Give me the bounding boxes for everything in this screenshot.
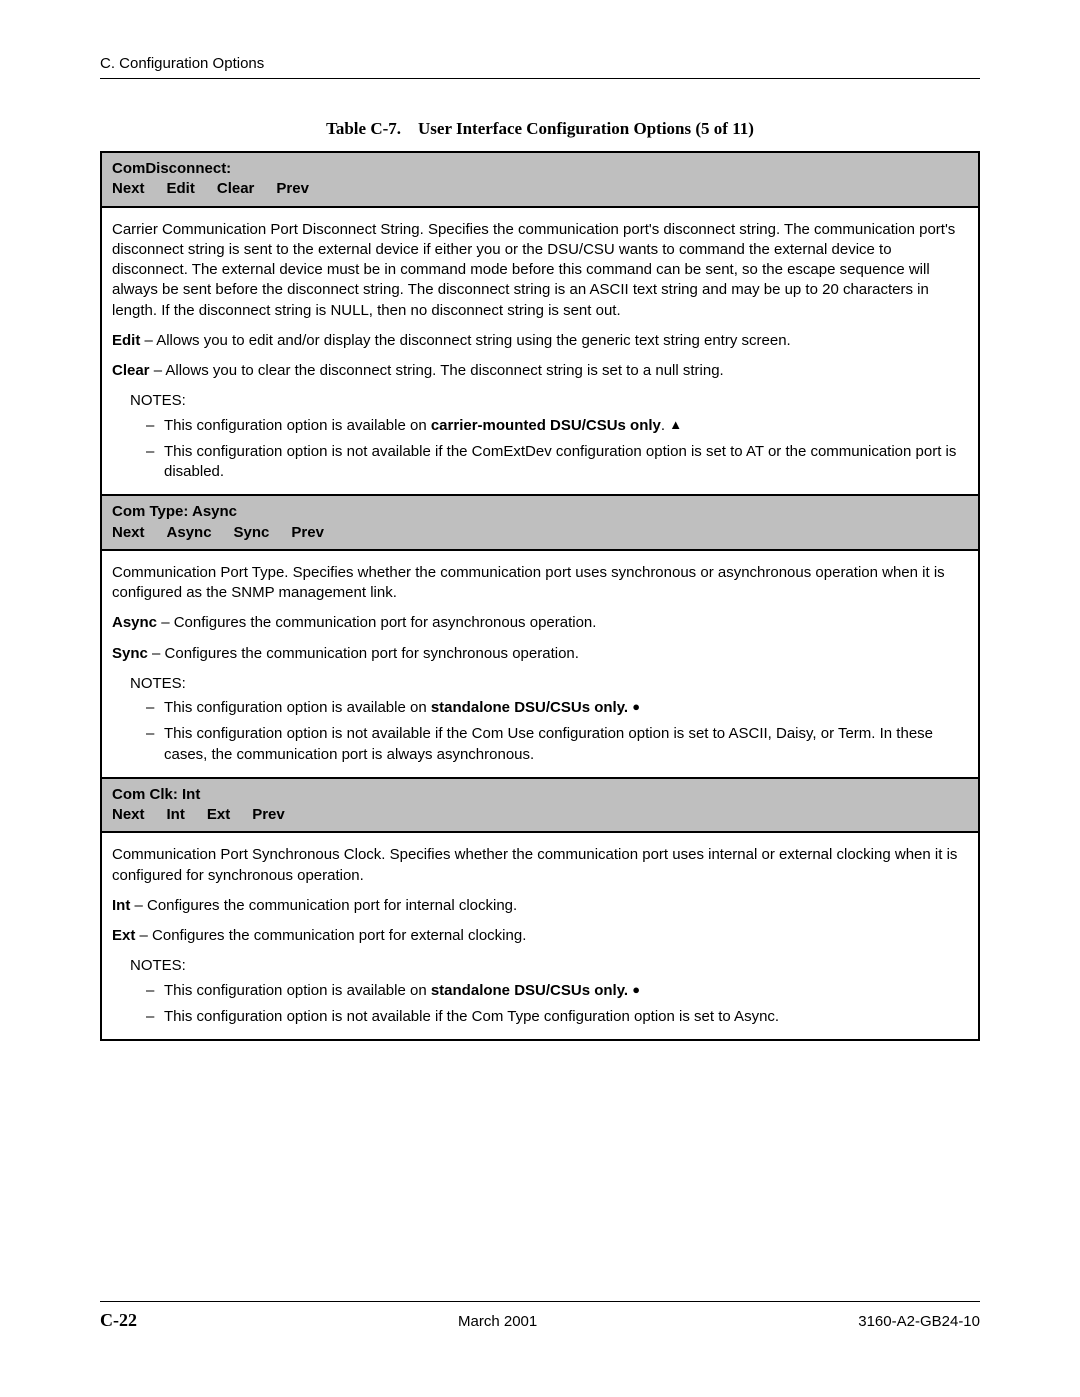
content-paragraph: Async – Configures the communication por… [112,613,968,633]
content-paragraph: Clear – Allows you to clear the disconne… [112,361,968,381]
option-menu: Next Edit Clear Prev [112,179,968,199]
option-title: Com Clk: Int [112,785,968,805]
footer-doc: 3160-A2-GB24-10 [858,1313,980,1330]
triangle-icon: ▲ [669,416,682,434]
menu-item: Ext [207,806,230,823]
notes-label: NOTES: [130,674,968,694]
circle-icon: ● [632,698,640,716]
menu-item: Prev [276,180,309,197]
content-paragraph: Ext – Configures the communication port … [112,926,968,946]
note-item: This configuration option is not availab… [146,724,968,765]
note-item: This configuration option is available o… [146,416,968,436]
option-header: ComDisconnect:Next Edit Clear Prev [101,152,979,207]
notes-list: This configuration option is available o… [146,698,968,765]
option-menu: Next Async Sync Prev [112,523,968,543]
option-content: Communication Port Synchronous Clock. Sp… [101,832,979,1040]
caption-title: User Interface Configuration Options (5 … [418,119,754,138]
content-paragraph: Communication Port Type. Specifies wheth… [112,563,968,604]
circle-icon: ● [632,981,640,999]
content-paragraph: Int – Configures the communication port … [112,896,968,916]
notes-list: This configuration option is available o… [146,416,968,483]
content-paragraph: Sync – Configures the communication port… [112,644,968,664]
config-table: ComDisconnect:NextEditClearPrevCarrier C… [100,151,980,1041]
footer: C-22 March 2001 3160-A2-GB24-10 [100,1301,980,1331]
option-header: Com Clk: IntNext Int Ext Prev [101,778,979,833]
menu-item: Async [167,524,212,541]
menu-item: Prev [252,806,285,823]
note-item: This configuration option is available o… [146,698,968,718]
note-item: This configuration option is not availab… [146,442,968,483]
option-title: Com Type: Async [112,502,968,522]
menu-item: Next [112,524,145,541]
note-item: This configuration option is not availab… [146,1007,968,1027]
content-paragraph: Carrier Communication Port Disconnect St… [112,220,968,321]
option-content: Carrier Communication Port Disconnect St… [101,207,979,496]
notes-label: NOTES: [130,391,968,411]
menu-item: Clear [217,180,255,197]
header-rule [100,78,980,79]
footer-date: March 2001 [458,1313,537,1330]
table-caption: Table C-7. User Interface Configuration … [100,119,980,139]
notes-label: NOTES: [130,956,968,976]
menu-item: Next [112,180,145,197]
option-menu: Next Int Ext Prev [112,805,968,825]
menu-item: Int [167,806,185,823]
menu-item: Edit [167,180,195,197]
menu-item: Prev [291,524,324,541]
option-header: Com Type: Async Next Async Sync Prev [101,495,979,550]
option-title: ComDisconnect: [112,159,968,179]
caption-prefix: Table C-7. [326,119,401,138]
menu-item: Next [112,806,145,823]
note-item: This configuration option is available o… [146,981,968,1001]
header-section: C. Configuration Options [100,55,980,72]
content-paragraph: Communication Port Synchronous Clock. Sp… [112,845,968,886]
notes-list: This configuration option is available o… [146,981,968,1028]
menu-item: Sync [234,524,270,541]
content-paragraph: Edit – Allows you to edit and/or display… [112,331,968,351]
footer-rule [100,1301,980,1302]
page-number: C-22 [100,1310,137,1331]
option-content: Communication Port Type. Specifies wheth… [101,550,979,778]
